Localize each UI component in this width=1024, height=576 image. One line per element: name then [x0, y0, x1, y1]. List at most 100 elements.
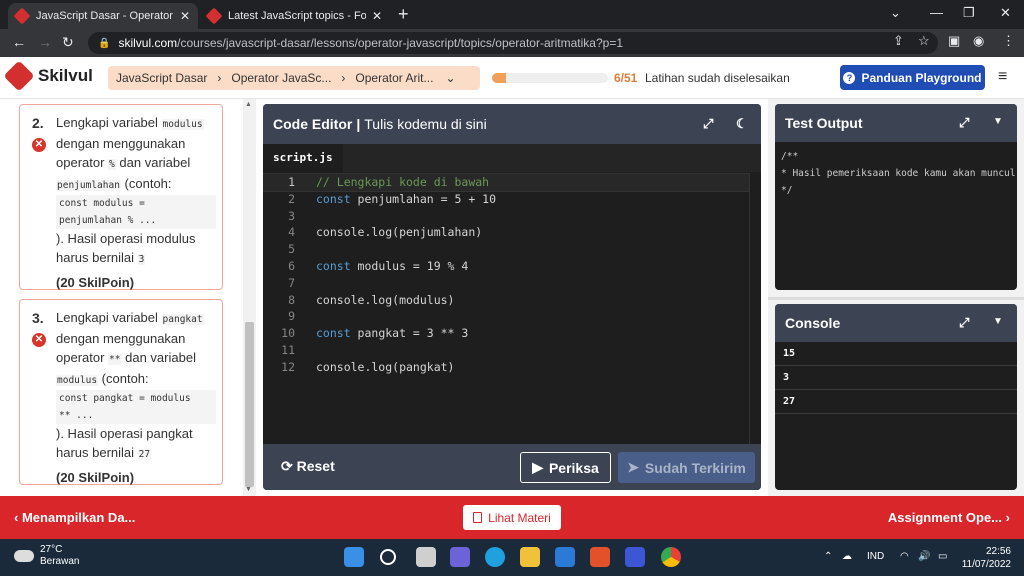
close-tab-icon[interactable]: ✕ [180, 9, 190, 23]
console-line: 27 [775, 390, 1017, 414]
scrollbar-thumb[interactable] [245, 322, 254, 487]
file-tab-script[interactable]: script.js [263, 144, 343, 172]
expand-icon[interactable]: ⤢ [959, 315, 969, 331]
weather-widget[interactable]: 27°C Berawan [14, 544, 79, 568]
test-output-header: Test Output ⤢ ▼ [775, 104, 1017, 142]
new-tab-icon[interactable]: + [398, 4, 409, 25]
code-line[interactable]: 1 // Lengkapi kode di bawah [263, 173, 750, 192]
office-icon[interactable] [590, 547, 610, 567]
weather-desc: Berawan [40, 556, 80, 567]
system-clock[interactable]: 22:56 11/07/2022 [955, 545, 1011, 571]
line-number: 9 [288, 309, 295, 324]
url-host: skilvul.com [118, 36, 178, 50]
next-lesson-link[interactable]: Assignment Ope... › [888, 510, 1010, 525]
url-field[interactable]: 🔒 skilvul.com/courses/javascript-dasar/l… [88, 32, 938, 54]
chrome-icon[interactable] [661, 547, 681, 567]
task-example-code: const modulus = penjumlahan % ... [56, 195, 216, 229]
code-area[interactable]: 1 // Lengkapi kode di bawah 2 const penjuml… [263, 173, 761, 444]
volume-icon[interactable]: 🔊 [918, 551, 930, 562]
view-material-label: Lihat Materi [488, 510, 551, 525]
console-panel: Console ⤢ ▼ 15 3 27 [775, 304, 1017, 490]
code-text: console.log(penjumlahan) [316, 225, 483, 240]
skilvul-logo-icon [3, 60, 35, 92]
code-line[interactable]: 9 [263, 308, 749, 325]
line-number: 7 [288, 275, 295, 290]
console-title: Console [785, 315, 841, 331]
browser-menu-icon[interactable]: ⋮ [1002, 33, 1015, 49]
task-code: pangkat [161, 314, 204, 325]
app-header: Skilvul JavaScript Dasar › Operator Java… [0, 57, 1024, 99]
submitted-button[interactable]: ➤ Sudah Terkirim [618, 452, 755, 483]
task-panel-scrollbar[interactable]: ▲ ▼ [243, 99, 256, 496]
chevron-down-icon[interactable]: ⌄ [445, 71, 455, 85]
test-output-text: /** * Hasil pemeriksaan kode kamu akan m… [781, 151, 1016, 196]
code-line[interactable]: 12 console.log(pangkat) [263, 359, 749, 376]
code-line[interactable]: 5 [263, 241, 749, 258]
side-panel-icon[interactable]: ▣ [948, 33, 960, 49]
breadcrumb-lesson[interactable]: Operator JavaSc... [231, 71, 331, 85]
scroll-up-icon[interactable]: ▲ [245, 101, 252, 108]
battery-icon[interactable]: ▭ [938, 551, 947, 562]
line-number: 4 [288, 225, 295, 240]
hamburger-menu-icon[interactable]: ≡ [998, 68, 1007, 86]
line-number: 5 [288, 242, 295, 257]
app-icon[interactable] [625, 547, 645, 567]
cloud-icon [14, 550, 34, 562]
reload-icon[interactable]: ↻ [62, 34, 74, 51]
close-window-icon[interactable]: ✕ [1000, 5, 1011, 21]
browser-tab-active[interactable]: JavaScript Dasar - Operator Javas ✕ [8, 3, 198, 29]
code-line[interactable]: 4 console.log(penjumlahan) [263, 224, 749, 241]
skilvul-logo[interactable]: Skilvul [3, 60, 93, 92]
teams-chat-icon[interactable] [450, 547, 470, 567]
input-language[interactable]: IND [867, 551, 884, 562]
panel-resize-handle[interactable] [768, 297, 1024, 300]
minimize-icon[interactable]: — [930, 5, 943, 20]
task-text: (contoh: [124, 176, 172, 191]
tray-overflow-icon[interactable]: ⌃ [824, 551, 832, 562]
forward-icon[interactable]: → [38, 34, 52, 50]
wifi-icon[interactable]: ◠ [900, 551, 909, 562]
playground-guide-button[interactable]: ? Panduan Playground [840, 65, 985, 90]
task-view-icon[interactable] [416, 547, 436, 567]
browser-tab-forum[interactable]: Latest JavaScript topics - Forum ✕ [200, 3, 390, 29]
expand-icon[interactable]: ⤢ [703, 116, 713, 132]
onedrive-cloud-icon[interactable]: ☁ [842, 551, 852, 562]
code-text: console.log(modulus) [316, 292, 455, 307]
error-x-icon: ✕ [32, 138, 46, 152]
scroll-down-icon[interactable]: ▼ [245, 486, 252, 493]
code-line[interactable]: 10 const pangkat = 3 ** 3 [263, 325, 749, 342]
code-line[interactable]: 2 const penjumlahan = 5 + 10 [263, 191, 749, 208]
bookmark-star-icon[interactable]: ☆ [918, 33, 930, 49]
search-icon[interactable] [380, 549, 396, 565]
code-line[interactable]: 6 const modulus = 19 % 4 [263, 258, 749, 275]
edge-browser-icon[interactable] [485, 547, 505, 567]
prev-lesson-link[interactable]: ‹ Menampilkan Da... [14, 510, 135, 525]
start-windows-icon[interactable] [344, 547, 364, 567]
breadcrumb-course[interactable]: JavaScript Dasar [116, 71, 207, 85]
code-line[interactable]: 8 console.log(modulus) [263, 292, 749, 309]
check-button[interactable]: ▶ Periksa [520, 452, 611, 483]
dark-mode-moon-icon[interactable]: ☾ [736, 116, 748, 132]
code-line[interactable]: 11 [263, 342, 749, 359]
code-editor-panel: Code Editor | Tulis kodemu di sini ⤢ ☾ s… [263, 104, 761, 490]
expand-icon[interactable]: ⤢ [959, 115, 969, 131]
chevron-down-icon[interactable]: ▼ [993, 116, 1003, 127]
view-material-button[interactable]: Lihat Materi [463, 505, 561, 530]
task-description: Lengkapi variabel pangkat dengan menggun… [56, 308, 216, 487]
close-tab-icon[interactable]: ✕ [372, 9, 382, 23]
restore-icon[interactable]: ❐ [963, 5, 975, 21]
tab-search-icon[interactable]: ⌄ [890, 5, 901, 21]
file-explorer-icon[interactable] [520, 547, 540, 567]
breadcrumb-topic[interactable]: Operator Arit... [355, 71, 433, 85]
reset-button[interactable]: ⟳ Reset [281, 458, 335, 475]
task-example-code: const pangkat = modulus ** ... [56, 390, 216, 424]
mail-icon[interactable] [555, 547, 575, 567]
lock-icon: 🔒 [98, 37, 111, 49]
code-text: const pangkat = 3 ** 3 [316, 326, 469, 341]
share-icon[interactable]: ⇪ [893, 33, 904, 49]
profile-avatar-icon[interactable]: ◉ [973, 33, 984, 49]
back-icon[interactable]: ← [12, 34, 26, 50]
code-line[interactable]: 3 [263, 208, 749, 225]
chevron-down-icon[interactable]: ▼ [993, 316, 1003, 327]
code-line[interactable]: 7 [263, 275, 749, 292]
